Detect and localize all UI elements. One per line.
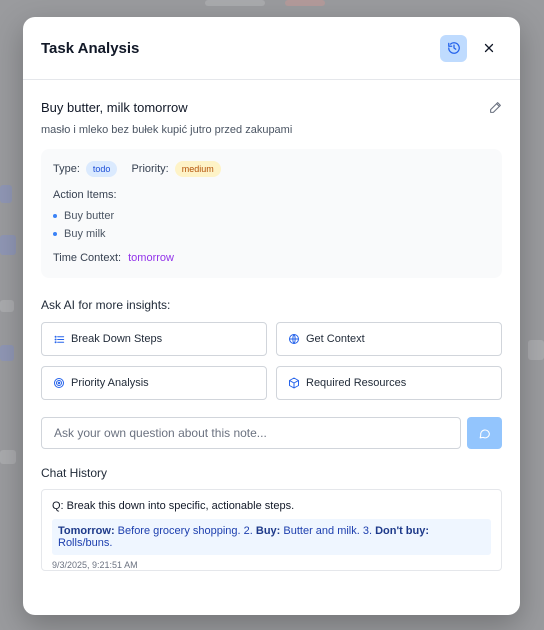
backdrop-shape xyxy=(0,345,14,361)
time-context-label: Time Context: xyxy=(53,252,122,264)
break-down-steps-button[interactable]: Break Down Steps xyxy=(41,322,267,356)
button-label: Required Resources xyxy=(306,377,407,389)
time-context-value: tomorrow xyxy=(128,252,174,264)
backdrop-shape xyxy=(0,300,14,312)
history-button[interactable] xyxy=(440,34,467,62)
note-title-row: Buy butter, milk tomorrow xyxy=(41,100,502,115)
type-priority-row: Type: todo Priority: medium xyxy=(53,161,490,177)
action-items-label: Action Items: xyxy=(53,189,117,201)
target-icon xyxy=(53,377,65,389)
chat-answer: Tomorrow: Before grocery shopping. 2. Bu… xyxy=(52,519,491,555)
answer-label: Don't buy: xyxy=(375,525,430,537)
task-analysis-modal: Task Analysis Buy butter, milk tomorrow … xyxy=(23,17,520,615)
ask-question-input[interactable] xyxy=(41,417,461,449)
answer-text: Rolls/buns. xyxy=(58,537,113,549)
backdrop-shape xyxy=(0,185,12,203)
chat-timestamp: 9/3/2025, 9:21:51 AM xyxy=(52,560,138,570)
priority-analysis-button[interactable]: Priority Analysis xyxy=(41,366,267,400)
answer-text: Butter and milk. 3. xyxy=(280,525,376,537)
answer-label: Tomorrow: xyxy=(58,525,115,537)
box-icon xyxy=(288,377,300,389)
action-item-text: Buy butter xyxy=(64,210,115,222)
chat-history-box: Q: Break this down into specific, action… xyxy=(41,489,502,571)
time-context-row: Time Context: tomorrow xyxy=(53,252,490,264)
action-items-list: Buy butter Buy milk xyxy=(53,207,490,243)
note-original-text: masło i mleko bez bułek kupić jutro prze… xyxy=(41,124,293,136)
backdrop-shape xyxy=(205,0,265,6)
bullet-icon xyxy=(53,214,57,218)
modal-title: Task Analysis xyxy=(41,39,140,57)
chat-question: Q: Break this down into specific, action… xyxy=(52,500,295,512)
modal-header: Task Analysis xyxy=(23,17,520,80)
globe-icon xyxy=(288,333,300,345)
priority-label: Priority: xyxy=(131,163,169,175)
action-item: Buy milk xyxy=(53,225,490,243)
note-title: Buy butter, milk tomorrow xyxy=(41,100,188,115)
ai-actions-grid: Break Down Steps Get Context Priority An… xyxy=(41,322,502,400)
ask-ai-title: Ask AI for more insights: xyxy=(41,298,171,312)
backdrop-shape xyxy=(528,340,544,360)
button-label: Break Down Steps xyxy=(71,333,163,345)
header-actions xyxy=(440,34,502,62)
backdrop-shape xyxy=(0,450,16,464)
button-label: Priority Analysis xyxy=(71,377,149,389)
backdrop-shape xyxy=(285,0,325,6)
close-icon xyxy=(484,43,493,53)
action-item-text: Buy milk xyxy=(64,228,106,240)
type-badge: todo xyxy=(85,161,118,177)
note-info-box: Type: todo Priority: medium Action Items… xyxy=(41,149,502,278)
bullet-icon xyxy=(53,232,57,236)
history-icon xyxy=(447,42,460,54)
list-icon xyxy=(53,333,65,345)
close-button[interactable] xyxy=(475,35,502,62)
answer-text: Before grocery shopping. 2. xyxy=(114,525,256,537)
send-button[interactable] xyxy=(467,417,502,449)
action-item: Buy butter xyxy=(53,207,490,225)
ask-question-row xyxy=(41,417,502,449)
chat-bubble-icon xyxy=(479,429,490,438)
required-resources-button[interactable]: Required Resources xyxy=(276,366,502,400)
type-label: Type: xyxy=(53,163,80,175)
modal-body: Buy butter, milk tomorrow masło i mleko … xyxy=(23,100,520,571)
get-context-button[interactable]: Get Context xyxy=(276,322,502,356)
chat-history-title: Chat History xyxy=(41,466,108,480)
answer-label: Buy: xyxy=(255,525,281,537)
edit-icon[interactable] xyxy=(489,101,502,114)
button-label: Get Context xyxy=(306,333,365,345)
priority-badge: medium xyxy=(174,161,221,177)
backdrop-shape xyxy=(0,235,16,255)
